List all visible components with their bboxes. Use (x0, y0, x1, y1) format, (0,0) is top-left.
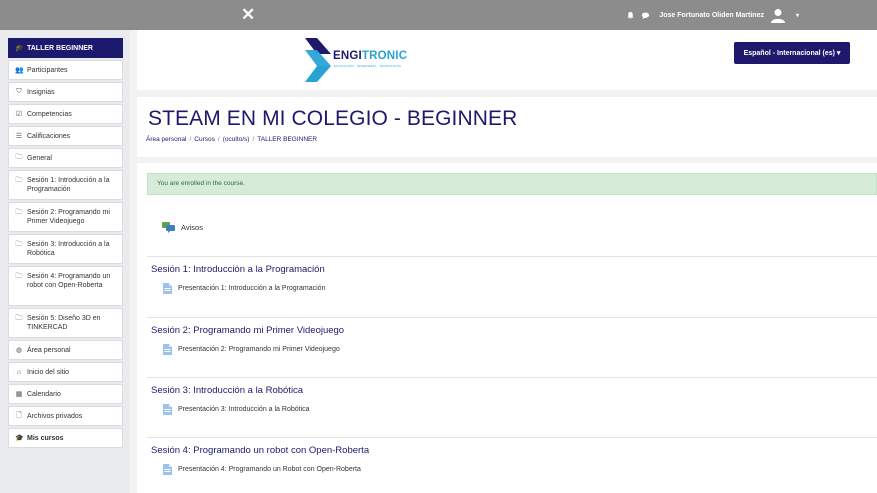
user-name[interactable]: Jose Fortunato Oliden Martinez (659, 12, 764, 19)
close-drawer-icon[interactable]: ✕ (241, 5, 255, 25)
resource-presentation-4[interactable]: Presentación 4: Programando un Robot con… (163, 464, 361, 475)
course-header-card: STEAM EN MI COLEGIO - BEGINNER Área pers… (137, 97, 877, 157)
sidebar-item-label: Sesión 2: Programando mi Primer Videojue… (27, 209, 110, 225)
sidebar-item-taller-beginner[interactable]: 🎓 TALLER BEGINNER (8, 38, 123, 58)
breadcrumb-separator: / (217, 136, 220, 143)
sidebar-item-label: Calificaciones (27, 132, 71, 140)
enrolled-alert: You are enrolled in the course. (147, 173, 877, 195)
sidebar-item-general[interactable]: 🗀 General (8, 148, 123, 168)
resource-presentation-2[interactable]: Presentación 2: Programando mi Primer Vi… (163, 344, 340, 355)
user-avatar-icon[interactable] (770, 7, 786, 23)
avisos-label: Avisos (181, 223, 203, 232)
logo-wordmark: ENGITRONIC (333, 50, 408, 62)
breadcrumb-item-area-personal[interactable]: Área personal (146, 136, 186, 143)
folder-icon: 🗀 (15, 153, 23, 161)
sidebar-item-label: TALLER BEGINNER (27, 44, 93, 52)
shield-icon: ⛉ (16, 88, 22, 95)
resource-presentation-3[interactable]: Presentación 3: Introducción a la Robóti… (163, 404, 310, 415)
sidebar-item-insignias[interactable]: ⛉ Insignias (8, 82, 123, 102)
resource-label: Presentación 1: Introducción a la Progra… (178, 285, 326, 292)
sidebar-item-sesion-2[interactable]: 🗀 Sesión 2: Programando mi Primer Videoj… (8, 202, 123, 232)
home-icon: ⌂ (16, 368, 22, 376)
sidebar-item-label: Inicio del sitio (27, 368, 70, 376)
calendar-icon: ▦ (15, 391, 23, 398)
sidebar-item-calendario[interactable]: ▦ Calendario (8, 384, 123, 404)
folder-icon: 🗀 (15, 177, 23, 184)
breadcrumb-separator: / (252, 136, 255, 143)
logo-chevron-icon (305, 38, 331, 82)
resource-presentation-1[interactable]: Presentación 1: Introducción a la Progra… (163, 283, 325, 294)
sidebar-item-participantes[interactable]: 👥 Participantes (8, 60, 123, 80)
page-header: ENGITRONIC EDUCACIÓN · INGENIERÍA · TECN… (137, 30, 877, 90)
file-icon (163, 464, 172, 475)
folder-icon: 🗀 (15, 315, 23, 322)
sidebar-item-inicio-del-sitio[interactable]: ⌂ Inicio del sitio (8, 362, 123, 382)
logo-tagline: EDUCACIÓN · INGENIERÍA · TECNOLOGÍA (334, 64, 402, 68)
avisos-forum-link[interactable]: Avisos (162, 222, 203, 233)
sidebar-item-sesion-4[interactable]: 🗀 Sesión 4: Programando un robot con Ope… (8, 266, 123, 306)
sidebar-item-label: General (27, 154, 52, 162)
folder-icon: 🗀 (15, 209, 23, 216)
file-icon (163, 283, 172, 294)
breadcrumb: Área personal / Cursos / (oculto/s) / TALLER B… (146, 136, 317, 143)
breadcrumb-item-taller-beginner[interactable]: TALLER BEGINNER (257, 136, 317, 143)
sidebar-item-label: Sesión 5: Diseño 3D en TINKERCAD (27, 315, 101, 331)
file-icon (163, 344, 172, 355)
folder-icon: 🗀 (15, 241, 23, 248)
sidebar-item-label: Participantes (27, 66, 68, 74)
section-divider (147, 437, 877, 438)
chat-icon[interactable] (641, 11, 650, 20)
table-icon: ☰ (15, 133, 23, 140)
sidebar-item-label: Área personal (27, 346, 71, 354)
course-content: You are enrolled in the course. Avisos S… (137, 163, 877, 493)
breadcrumb-item-cursos[interactable]: Cursos (194, 136, 215, 143)
resource-label: Presentación 3: Introducción a la Robóti… (178, 406, 310, 413)
section-divider (147, 317, 877, 318)
sidebar-item-label: Archivos privados (27, 412, 83, 420)
section-title-3[interactable]: Sesión 3: Introducción a la Robótica (151, 385, 303, 396)
breadcrumb-separator: / (189, 136, 192, 143)
section-title-2[interactable]: Sesión 2: Programando mi Primer Videojue… (151, 325, 344, 336)
folder-icon: 🗀 (15, 273, 23, 280)
users-icon: 👥 (15, 67, 24, 74)
sidebar-item-area-personal[interactable]: ◍ Área personal (8, 340, 123, 360)
engitronic-logo[interactable]: ENGITRONIC EDUCACIÓN · INGENIERÍA · TECN… (303, 36, 423, 84)
sidebar-item-competencias[interactable]: ☑ Competencias (8, 104, 123, 124)
chevron-down-icon[interactable]: ▾ (796, 12, 799, 19)
file-icon: 🗋 (16, 411, 22, 419)
breadcrumb-item-hidden[interactable]: (oculto/s) (223, 136, 250, 143)
user-menu-area: Jose Fortunato Oliden Martinez ▾ (626, 7, 799, 23)
mortarboard-icon: 🎓 (15, 45, 24, 52)
sidebar-item-mis-cursos[interactable]: 🎓 Mis cursos (8, 428, 123, 448)
sidebar-item-label: Insignias (27, 88, 55, 96)
sidebar-item-label: Sesión 1: Introducción a la Programación (27, 177, 110, 193)
section-title-1[interactable]: Sesión 1: Introducción a la Programación (151, 264, 325, 275)
language-selector-button[interactable]: Español - Internacional (es) ▾ (734, 42, 850, 64)
bell-icon[interactable] (626, 11, 635, 20)
section-divider (147, 256, 877, 257)
sidebar-item-label: Sesión 3: Introducción a la Robótica (27, 241, 110, 257)
sidebar-item-sesion-1[interactable]: 🗀 Sesión 1: Introducción a la Programaci… (8, 170, 123, 200)
sidebar-item-calificaciones[interactable]: ☰ Calificaciones (8, 126, 123, 146)
sidebar-item-label: Calendario (27, 390, 61, 398)
sidebar-item-sesion-5[interactable]: 🗀 Sesión 5: Diseño 3D en TINKERCAD (8, 308, 123, 338)
resource-label: Presentación 4: Programando un Robot con… (178, 466, 361, 473)
section-title-4[interactable]: Sesión 4: Programando un robot con Open-… (151, 445, 369, 456)
sidebar-item-label: Sesión 4: Programando un robot con Open-… (27, 273, 111, 289)
sidebar-item-archivos-privados[interactable]: 🗋 Archivos privados (8, 406, 123, 426)
section-divider (147, 377, 877, 378)
sidebar-item-label: Mis cursos (27, 434, 64, 442)
resource-label: Presentación 2: Programando mi Primer Vi… (178, 346, 340, 353)
forum-icon (162, 222, 175, 233)
dashboard-icon: ◍ (15, 347, 23, 354)
sidebar-item-label: Competencias (27, 110, 72, 118)
mortarboard-icon: 🎓 (15, 435, 24, 442)
sidebar-item-sesion-3[interactable]: 🗀 Sesión 3: Introducción a la Robótica (8, 234, 123, 264)
sidebar-nav: 🎓 TALLER BEGINNER 👥 Participantes ⛉ Insi… (0, 30, 130, 493)
page-title: STEAM EN MI COLEGIO - BEGINNER (148, 107, 518, 130)
check-square-icon: ☑ (15, 111, 23, 118)
top-navbar: ✕ Jose Fortunato Oliden Martinez ▾ (0, 0, 877, 30)
file-icon (163, 404, 172, 415)
